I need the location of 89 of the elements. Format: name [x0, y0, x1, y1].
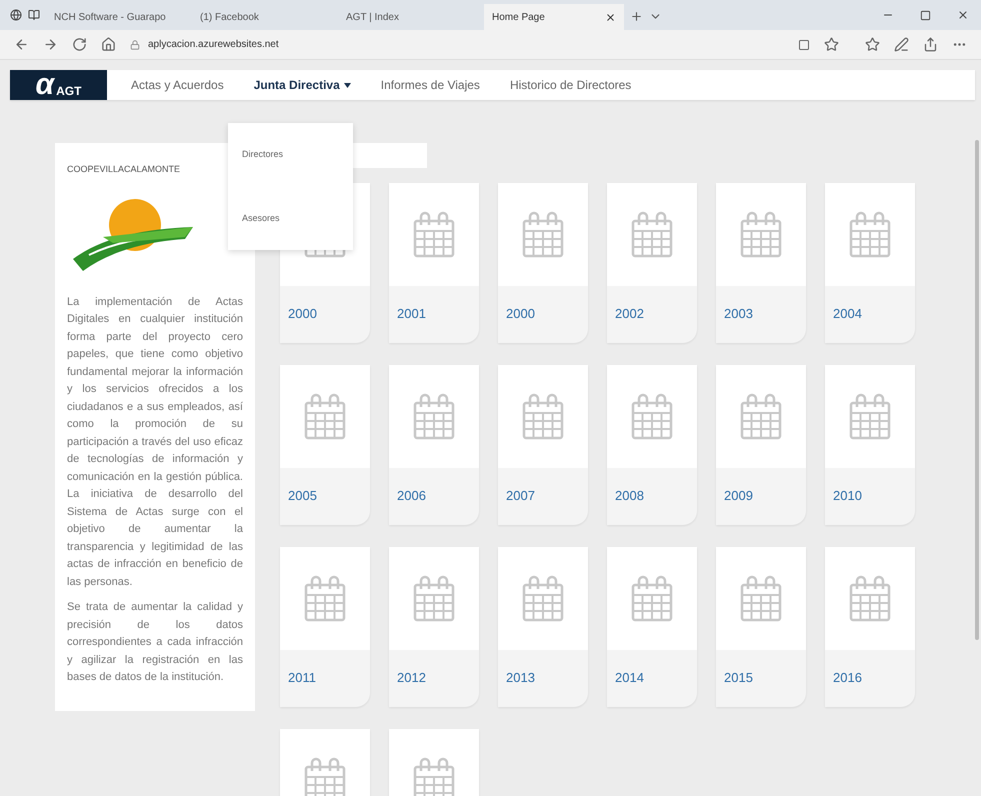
year-link[interactable]: 2004 [833, 304, 915, 324]
calendar-icon [412, 210, 456, 258]
pen-icon[interactable] [894, 37, 909, 52]
calendar-icon [412, 574, 456, 622]
year-card[interactable]: 2006 [389, 365, 479, 525]
year-card[interactable]: 2016 [825, 547, 915, 707]
calendar-icon [848, 210, 892, 258]
year-link[interactable]: 2002 [615, 304, 697, 324]
sidebar-title: COOPEVILLACALAMONTE [67, 163, 182, 176]
year-link[interactable]: 2000 [288, 304, 370, 324]
year-link[interactable]: 2010 [833, 486, 915, 506]
calendar-icon [739, 210, 783, 258]
year-link[interactable]: 2006 [397, 486, 479, 506]
calendar-icon [521, 210, 565, 258]
calendar-icon [521, 392, 565, 440]
browser-tab[interactable]: Home Page [484, 4, 624, 30]
year-card[interactable]: 2008 [607, 365, 697, 525]
calendar-icon [739, 392, 783, 440]
year-card[interactable]: 2010 [825, 365, 915, 525]
year-link[interactable]: 2011 [288, 668, 370, 688]
tab-preview-icon[interactable] [28, 9, 40, 21]
year-card[interactable]: 2001 [389, 183, 479, 343]
lock-icon [130, 40, 140, 50]
close-icon[interactable] [957, 9, 969, 21]
refresh-icon[interactable] [72, 37, 87, 52]
calendar-icon [412, 756, 456, 796]
calendar-icon [630, 574, 674, 622]
nav-link[interactable]: Informes de Viajes [380, 76, 480, 94]
calendar-icon [521, 574, 565, 622]
favorites-hub-icon[interactable] [865, 37, 880, 52]
nav-link[interactable]: Actas y Acuerdos [131, 76, 224, 94]
tab-title: AGT | Index [346, 10, 399, 24]
calendar-icon [303, 392, 347, 440]
year-card[interactable]: 2015 [716, 547, 806, 707]
year-card[interactable]: 2007 [498, 365, 588, 525]
calendar-icon [848, 574, 892, 622]
description-paragraph: Se trata de aumentar la calidad y precisión de los datos correspondientes a cada infracción y agilizar la registración en las bases de datos de la institución. [67, 600, 243, 685]
year-card[interactable]: 2000 [498, 183, 588, 343]
year-link[interactable]: 2016 [833, 668, 915, 688]
scrollbar-thumb[interactable] [975, 140, 979, 640]
year-link[interactable]: 2003 [724, 304, 806, 324]
calendar-icon [848, 392, 892, 440]
year-card[interactable]: 2002 [607, 183, 697, 343]
year-card[interactable]: 2013 [498, 547, 588, 707]
year-card[interactable]: 2014 [607, 547, 697, 707]
description-paragraph: La implementación de Actas Digitales en cualquier institución forma parte del proyecto cero papeles, que tiene como objetivo fundamental mejorar la información y los servicios ofrecidos a los ciudadanos e a sus empleados, así como la promoción de su participación a través del uso eficaz de tecnologías de información y comunicación en la gestión pública. La iniciativa de desarrollo del Sistema de Actas surge con el objetivo de aumentar la transparencia y legitimidad de las actas de infracción en beneficio de las personas. [67, 294, 243, 590]
favorite-icon[interactable] [824, 37, 839, 52]
share-icon[interactable] [923, 37, 938, 52]
new-tab-icon[interactable] [630, 10, 643, 23]
year-card[interactable]: 2012 [389, 547, 479, 707]
nav-link[interactable]: Junta Directiva [254, 76, 351, 94]
calendar-icon [630, 210, 674, 258]
tab-actions-icon[interactable] [10, 9, 22, 21]
year-card[interactable]: 2005 [280, 365, 370, 525]
forward-icon[interactable] [43, 37, 58, 52]
maximize-icon[interactable] [920, 10, 931, 21]
tab-title: NCH Software - Guarapo [54, 10, 166, 24]
year-card[interactable]: 2009 [716, 365, 806, 525]
calendar-icon [303, 756, 347, 796]
calendar-icon [412, 392, 456, 440]
tab-title: (1) Facebook [200, 10, 259, 24]
close-icon[interactable] [605, 12, 616, 22]
logo-symbol: α [36, 70, 54, 100]
year-link[interactable]: 2008 [615, 486, 697, 506]
year-card[interactable]: 2004 [825, 183, 915, 343]
year-link[interactable]: 2009 [724, 486, 806, 506]
url-field[interactable]: aplycacion.azurewebsites.net [130, 37, 784, 52]
calendar-icon [303, 574, 347, 622]
calendar-icon [630, 392, 674, 440]
back-icon[interactable] [14, 37, 29, 52]
dropdown-item[interactable]: Directores [242, 148, 353, 162]
year-link[interactable]: 2001 [397, 304, 479, 324]
nav-link[interactable]: Historico de Directores [510, 76, 632, 94]
brand-logo[interactable]: αAGT [10, 70, 107, 100]
year-link[interactable]: 2015 [724, 668, 806, 688]
year-link[interactable]: 2007 [506, 486, 588, 506]
year-link[interactable]: 2000 [506, 304, 588, 324]
tab-title: Home Page [492, 10, 545, 24]
year-link[interactable]: 2005 [288, 486, 370, 506]
logo-text: AGT [56, 83, 82, 100]
caret-icon [344, 82, 351, 88]
year-link[interactable]: 2014 [615, 668, 697, 688]
year-link[interactable]: 2013 [506, 668, 588, 688]
year-card[interactable]: 2003 [716, 183, 806, 343]
year-link[interactable]: 2012 [397, 668, 479, 688]
year-card[interactable]: 2011 [280, 547, 370, 707]
reading-view-icon[interactable] [798, 38, 810, 50]
home-icon[interactable] [101, 37, 116, 52]
calendar-icon [739, 574, 783, 622]
